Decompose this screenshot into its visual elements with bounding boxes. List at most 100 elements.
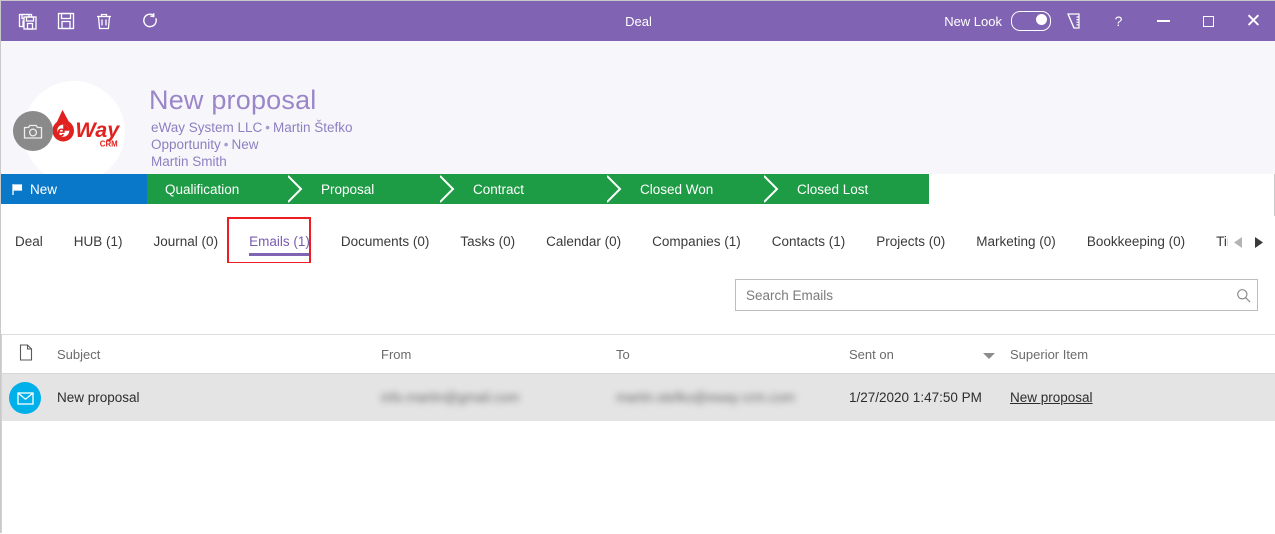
tab-scroll-controls [1228,233,1275,263]
tab-label: Emails (1) [249,234,310,249]
column-header-superior-item[interactable]: Superior Item [1010,347,1088,362]
record-company: eWay System LLC [151,120,263,135]
maximize-button[interactable] [1186,1,1231,41]
search-emails-box[interactable] [735,279,1258,311]
camera-icon[interactable] [13,111,53,151]
tab-tasks[interactable]: Tasks (0) [460,234,515,263]
attachment-icon[interactable] [19,344,33,364]
cell-to: martin.stefko@eway-crm.com [616,390,795,405]
tab-marketing[interactable]: Marketing (0) [976,234,1056,263]
workflow-stage-label: Proposal [321,181,375,197]
grid-empty-area [1,421,1275,534]
sort-descending-icon[interactable] [983,353,995,359]
stage-chevron [764,174,780,204]
title-bar: Deal New Look ? ✕ [1,1,1275,41]
column-header-to[interactable]: To [616,347,630,362]
refresh-icon[interactable] [133,5,167,37]
tab-calendar[interactable]: Calendar (0) [546,234,621,263]
tab-deal[interactable]: Deal [15,234,43,263]
record-avatar: e Way CRM [13,81,125,183]
tab-contacts[interactable]: Contacts (1) [772,234,846,263]
stage-chevron [288,174,304,204]
scroll-right-icon[interactable] [1248,233,1268,251]
subtitle-separator: • [265,120,271,135]
workflow-stage-closed-won[interactable]: Closed Won [622,174,780,204]
column-header-from[interactable]: From [381,347,411,362]
workflow-stage-proposal[interactable]: Proposal [303,174,456,204]
save-and-new-icon[interactable] [11,5,45,37]
workflow-stage-contract[interactable]: Contract [455,174,623,204]
tab-journal[interactable]: Journal (0) [154,234,219,263]
stage-chevron [132,174,148,204]
workflow-stage-closed-lost[interactable]: Closed Lost [779,174,929,204]
cell-subject: New proposal [57,390,140,405]
tab-projects[interactable]: Projects (0) [876,234,945,263]
help-button[interactable]: ? [1096,1,1141,41]
record-contact: Martin Smith [151,154,227,169]
column-header-sent-on[interactable]: Sent on [849,347,894,362]
column-header-subject[interactable]: Subject [57,347,100,362]
record-type: Opportunity [151,137,221,152]
stage-chevron [440,174,456,204]
page-title: New proposal [149,85,317,115]
workflow-stage-label: Closed Lost [797,181,869,197]
tab-label: Calendar (0) [546,234,622,249]
new-look-toggle[interactable] [1011,11,1051,31]
workflow-stage-new[interactable]: New [1,174,148,204]
tab-emails[interactable]: Emails (1) [249,234,310,263]
tab-bookkeeping[interactable]: Bookkeeping (0) [1087,234,1185,263]
record-subtitle-company: eWay System LLC • Martin Štefko [151,120,353,135]
close-button[interactable]: ✕ [1231,1,1275,41]
workflow-stages: New Qualification Proposal Contract Clos… [1,174,929,204]
scroll-left-icon[interactable] [1228,233,1248,251]
toggle-knob [1036,14,1047,25]
table-row[interactable]: New proposal info.martin@gmail.com marti… [1,374,1275,421]
cell-from: info.martin@gmail.com [381,390,520,405]
tab-label: Tasks (0) [460,234,516,249]
tab-documents[interactable]: Documents (0) [341,234,430,263]
tab-label: Projects (0) [876,234,946,249]
save-icon[interactable] [49,5,83,37]
tab-label: HUB (1) [73,234,123,249]
subtitle-separator-2: • [223,137,229,152]
cell-superior-item[interactable]: New proposal [1010,390,1093,405]
email-icon [9,382,41,414]
workflow-stage-label: Contract [473,181,525,197]
record-subtitle-type: Opportunity • New [151,137,259,152]
title-bar-toolbar [1,5,167,37]
tab-bar: Deal HUB (1) Journal (0) Emails (1) Docu… [1,216,1275,264]
tab-label: Deal [15,234,43,249]
workflow-stage-label: Closed Won [640,181,714,197]
svg-text:e: e [57,123,65,140]
ruler-icon[interactable] [1051,1,1096,41]
eway-crm-logo: e Way CRM [52,109,120,148]
workflow-stage-label: New [30,181,58,197]
new-look-label: New Look [944,13,1002,29]
tab-label: Bookkeeping (0) [1086,234,1186,249]
tab-label: Contacts (1) [771,234,846,249]
flag-icon [11,183,23,196]
minimize-button[interactable] [1141,1,1186,41]
search-icon[interactable] [1229,288,1257,303]
record-status: New [231,137,259,152]
search-area [1,263,1275,334]
grid-left-border [1,334,2,533]
tab-companies[interactable]: Companies (1) [652,234,741,263]
search-input[interactable] [736,286,1229,304]
workflow-stage-qualification[interactable]: Qualification [147,174,304,204]
tab-label: Journal (0) [153,234,219,249]
tab-label: Documents (0) [340,234,430,249]
tab-time-sheets[interactable]: Time Sh [1216,234,1228,263]
svg-text:Way: Way [75,118,120,142]
grid-header: Subject From To Sent on Superior Item [1,335,1275,374]
stage-chevron [607,174,623,204]
tab-label: Companies (1) [652,234,741,249]
tab-label: Time Sh [1216,234,1228,249]
deal-window: Deal New Look ? ✕ e Way CRM New proposal… [0,0,1275,534]
title-bar-controls: New Look ? ✕ [944,1,1275,41]
cell-sent-on: 1/27/2020 1:47:50 PM [849,390,982,405]
delete-icon[interactable] [87,5,121,37]
workflow-stage-label: Qualification [165,181,240,197]
tab-hub[interactable]: HUB (1) [74,234,123,263]
emails-grid: Subject From To Sent on Superior Item Ne… [1,334,1275,534]
